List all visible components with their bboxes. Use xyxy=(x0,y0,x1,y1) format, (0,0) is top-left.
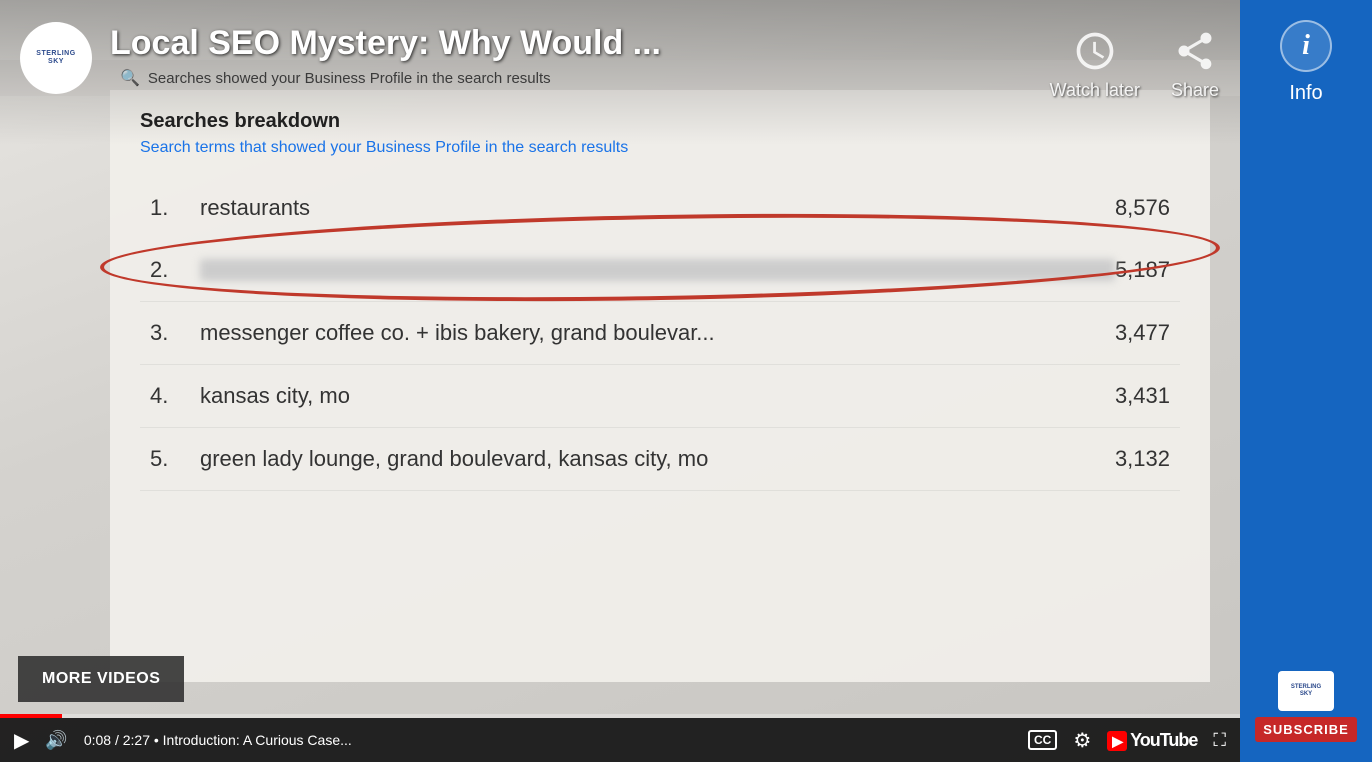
channel-logo[interactable]: STERLINGSKY xyxy=(20,22,92,94)
fullscreen-icon: ⛶ xyxy=(1213,730,1226,751)
time-display: 0:08 / 2:27 • Introduction: A Curious Ca… xyxy=(84,732,1012,748)
info-icon: i xyxy=(1302,30,1310,62)
share-button[interactable]: Share xyxy=(1170,26,1220,101)
content-area: Searches breakdown Search terms that sho… xyxy=(110,90,1210,682)
cc-icon: CC xyxy=(1028,730,1057,750)
subscribe-button[interactable]: SUBSCRIBE xyxy=(1255,717,1357,742)
list-item: 2. 5,187 xyxy=(140,239,1180,302)
current-time: 0:08 xyxy=(84,732,111,748)
channel-logo-text: STERLINGSKY xyxy=(36,50,75,67)
share-icon xyxy=(1170,26,1220,76)
youtube-logo: ▶YouTube xyxy=(1107,730,1197,751)
item-count: 8,576 xyxy=(1115,195,1170,221)
item-count: 5,187 xyxy=(1115,257,1170,283)
more-videos-button[interactable]: MORE VIDEOS xyxy=(18,656,184,702)
settings-button[interactable]: ⚙ xyxy=(1073,728,1091,753)
item-number: 3. xyxy=(150,320,200,346)
video-player: 🔍 Searches showed your Business Profile … xyxy=(0,0,1240,762)
list-item: 4. kansas city, mo 3,431 xyxy=(140,365,1180,428)
item-name: green lady lounge, grand boulevard, kans… xyxy=(200,446,1115,472)
list-item: 1. restaurants 8,576 xyxy=(140,177,1180,239)
item-number: 5. xyxy=(150,446,200,472)
watch-later-icon xyxy=(1070,26,1120,76)
fullscreen-button[interactable]: ⛶ xyxy=(1213,730,1226,751)
chapter-title: Introduction: A Curious Case... xyxy=(163,732,352,748)
bottom-controls-bar: ▶ 🔊 0:08 / 2:27 • Introduction: A Curiou… xyxy=(0,718,1240,762)
watch-later-label: Watch later xyxy=(1050,80,1140,101)
video-title: Local SEO Mystery: Why Would ... xyxy=(110,18,1050,63)
item-number: 2. xyxy=(150,257,200,283)
right-sidebar: i Info STERLINGSKY SUBSCRIBE xyxy=(1240,0,1372,762)
item-name: kansas city, mo xyxy=(200,383,1115,409)
item-name: restaurants xyxy=(200,195,1115,221)
item-count: 3,431 xyxy=(1115,383,1170,409)
play-icon: ▶ xyxy=(14,728,29,753)
youtube-logo-text: ▶YouTube xyxy=(1107,730,1197,751)
info-button[interactable]: i xyxy=(1280,20,1332,72)
info-label: Info xyxy=(1289,82,1322,105)
item-number: 1. xyxy=(150,195,200,221)
top-controls-row: Watch later Share xyxy=(1050,26,1220,101)
play-button[interactable]: ▶ xyxy=(14,728,29,753)
chapter-separator: • xyxy=(154,732,163,748)
top-overlay-bar: STERLINGSKY Local SEO Mystery: Why Would… xyxy=(0,0,1240,145)
cc-button[interactable]: CC xyxy=(1028,730,1057,750)
list-item: 3. messenger coffee co. + ibis bakery, g… xyxy=(140,302,1180,365)
total-time: 2:27 xyxy=(123,732,150,748)
item-count: 3,132 xyxy=(1115,446,1170,472)
time-separator: / xyxy=(115,732,123,748)
watch-later-button[interactable]: Watch later xyxy=(1050,26,1140,101)
list-item: 5. green lady lounge, grand boulevard, k… xyxy=(140,428,1180,491)
sterling-sky-logo-small: STERLINGSKY xyxy=(1278,671,1334,711)
item-count: 3,477 xyxy=(1115,320,1170,346)
search-results-list: 1. restaurants 8,576 2. 5,187 3. messeng… xyxy=(140,177,1180,491)
subscribe-area: STERLINGSKY SUBSCRIBE xyxy=(1255,671,1357,742)
volume-button[interactable]: 🔊 xyxy=(45,730,67,751)
item-name: messenger coffee co. + ibis bakery, gran… xyxy=(200,320,1115,346)
settings-icon: ⚙ xyxy=(1073,728,1091,753)
item-name-blurred xyxy=(200,259,1115,281)
share-label: Share xyxy=(1171,80,1219,101)
volume-icon: 🔊 xyxy=(45,730,67,751)
item-number: 4. xyxy=(150,383,200,409)
